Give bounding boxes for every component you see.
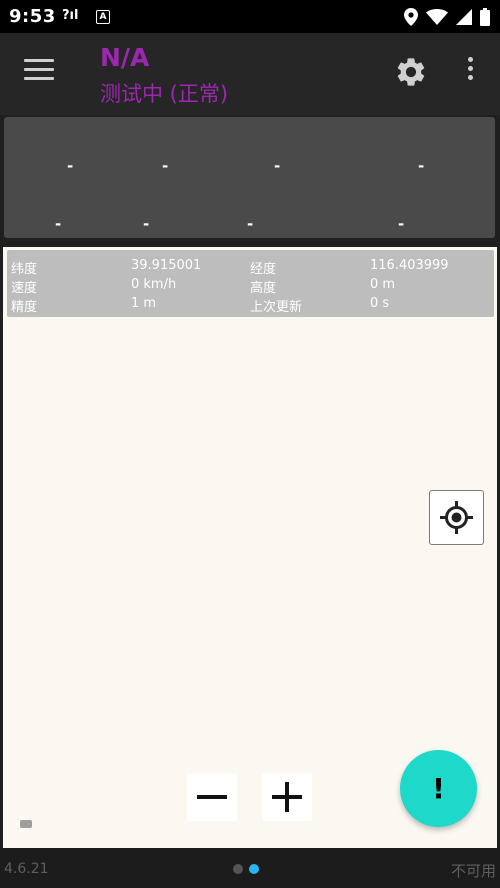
service-status-label: 不可用 xyxy=(450,862,496,880)
app-bar: N/A 测试中 (正常) xyxy=(0,33,500,115)
altitude-value: 0 m xyxy=(370,277,396,292)
last-update-value: 0 s xyxy=(370,296,390,311)
stat-bottom-2: - xyxy=(143,215,150,233)
version-label: 4.6.21 xyxy=(4,861,49,877)
status-bar: 9:53 ?ıl A xyxy=(0,0,500,33)
accuracy-label: 精度 xyxy=(11,300,38,315)
page-dot-2-active[interactable] xyxy=(249,864,259,874)
zoom-in-button[interactable] xyxy=(262,773,312,821)
app-title: N/A xyxy=(100,43,150,72)
battery-icon xyxy=(480,8,490,26)
gps-crosshair-icon xyxy=(440,501,473,534)
stat-top-1: - xyxy=(67,157,74,175)
page-indicator xyxy=(233,864,259,874)
cell-signal-icon xyxy=(456,9,472,25)
speed-label: 速度 xyxy=(11,281,38,296)
stat-top-3: - xyxy=(274,157,281,175)
gear-icon[interactable] xyxy=(394,55,428,89)
latitude-value: 39.915001 xyxy=(131,258,202,273)
altitude-label: 高度 xyxy=(250,281,277,296)
exclamation-icon: ! xyxy=(432,772,445,805)
app-subtitle: 测试中 (正常) xyxy=(100,82,229,106)
stat-top-2: - xyxy=(162,157,169,175)
stat-bottom-1: - xyxy=(55,215,62,233)
menu-icon[interactable] xyxy=(24,59,54,83)
mobile-signal-icon: ?ıl xyxy=(62,8,79,23)
app-notification-icon: A xyxy=(96,10,110,24)
status-icons xyxy=(404,5,490,29)
wifi-icon xyxy=(426,9,448,25)
zoom-out-button[interactable] xyxy=(187,773,237,821)
status-time: 9:53 xyxy=(9,6,56,27)
speed-value: 0 km/h xyxy=(131,277,177,292)
minus-icon xyxy=(197,795,227,799)
longitude-value: 116.403999 xyxy=(370,258,449,273)
stat-bottom-3: - xyxy=(247,215,254,233)
alert-fab-button[interactable]: ! xyxy=(400,750,477,827)
accuracy-value: 1 m xyxy=(131,296,157,311)
last-update-label: 上次更新 xyxy=(250,300,303,315)
plus-icon xyxy=(272,782,302,812)
bottom-bar: 4.6.21 不可用 xyxy=(0,848,500,888)
stat-top-4: - xyxy=(418,157,425,175)
stats-panel: - - - - - - - - xyxy=(4,117,495,238)
stat-bottom-4: - xyxy=(398,215,405,233)
latitude-label: 纬度 xyxy=(11,262,38,277)
more-vert-icon[interactable] xyxy=(460,57,480,87)
location-pin-icon xyxy=(404,8,418,26)
longitude-label: 经度 xyxy=(250,262,277,277)
map-scale-indicator xyxy=(20,820,32,828)
page-dot-1[interactable] xyxy=(233,864,243,874)
location-info-panel: 纬度 39.915001 经度 116.403999 速度 0 km/h 高度 … xyxy=(7,250,494,317)
my-location-button[interactable] xyxy=(429,490,484,545)
